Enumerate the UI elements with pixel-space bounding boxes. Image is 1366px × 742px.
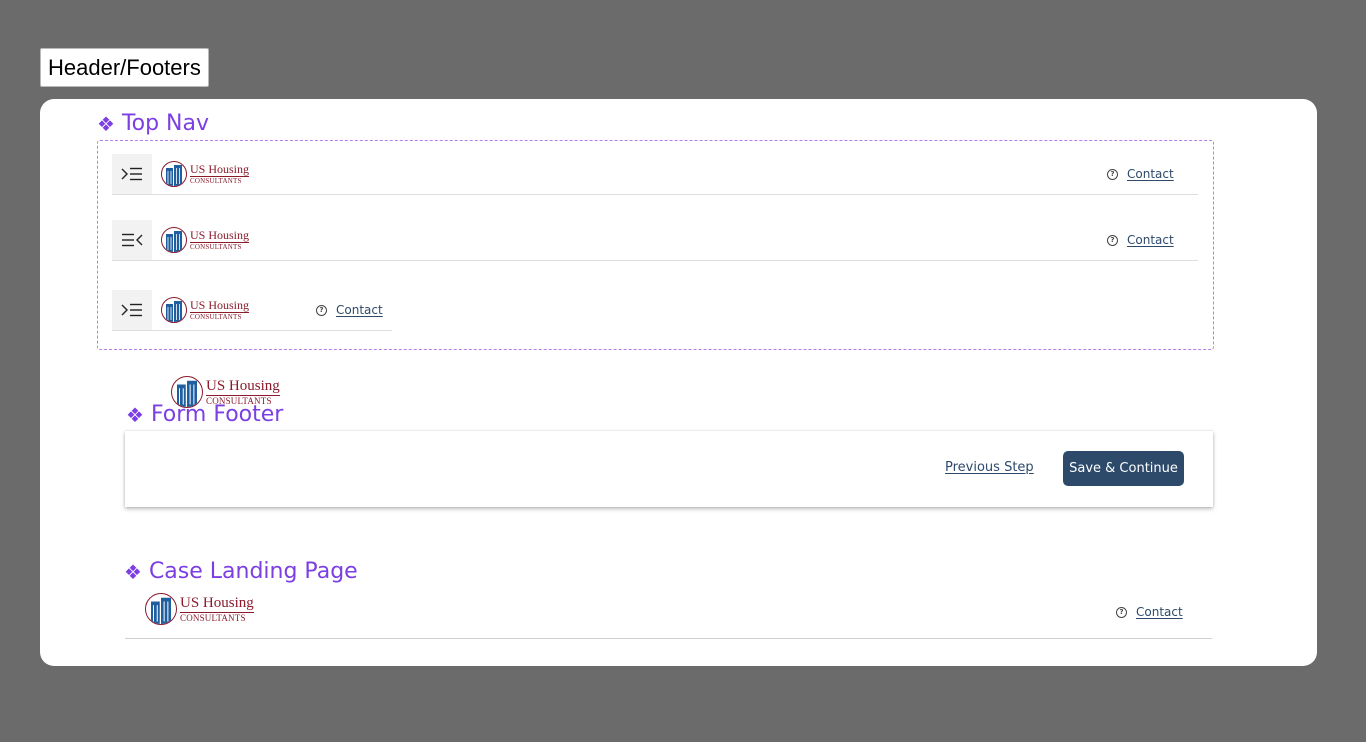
- save-continue-button[interactable]: Save & Continue: [1063, 451, 1184, 486]
- brand-logo[interactable]: US Housing CONSULTANTS: [145, 593, 254, 625]
- logo-title: US Housing: [190, 162, 250, 177]
- building-icon: [145, 593, 177, 625]
- logo-subtitle: CONSULTANTS: [180, 612, 246, 623]
- component-icon: ❖: [124, 560, 142, 584]
- logo-title: US Housing: [180, 594, 254, 613]
- top-nav-variant-2: US Housing CONSULTANTS ? Contact: [112, 220, 1198, 261]
- help-circle-icon: ?: [1107, 234, 1118, 246]
- section-title-label: Top Nav: [121, 111, 210, 136]
- building-icon: [161, 161, 187, 187]
- logo-title: US Housing: [206, 377, 280, 396]
- brand-logo[interactable]: US Housing CONSULTANTS: [161, 297, 250, 323]
- contact-label: Contact: [1127, 233, 1174, 247]
- brand-logo[interactable]: US Housing CONSULTANTS: [161, 161, 250, 187]
- menu-expand-icon: [121, 167, 142, 181]
- logo-title: US Housing: [190, 228, 250, 243]
- contact-label: Contact: [1136, 605, 1183, 619]
- section-title-label: Case Landing Page: [148, 559, 358, 584]
- section-title-label: Form Footer: [150, 402, 284, 427]
- case-landing-header: US Housing CONSULTANTS ? Contact: [125, 593, 1212, 639]
- building-icon: [161, 297, 187, 323]
- frame-canvas: ❖ Top Nav US Housing CONSULTANTS ? Conta…: [40, 99, 1317, 666]
- section-title-form-footer: ❖ Form Footer: [126, 402, 283, 428]
- building-icon: [161, 227, 187, 253]
- menu-collapse-icon: [122, 233, 143, 247]
- contact-label: Contact: [336, 303, 383, 317]
- component-icon: ❖: [97, 112, 115, 136]
- contact-link[interactable]: ? Contact: [1116, 605, 1183, 619]
- previous-step-link[interactable]: Previous Step: [945, 460, 1034, 475]
- help-circle-icon: ?: [316, 304, 327, 316]
- contact-link[interactable]: ? Contact: [1107, 233, 1174, 247]
- contact-label: Contact: [1127, 167, 1174, 181]
- logo-subtitle: CONSULTANTS: [190, 177, 242, 185]
- menu-expand-button[interactable]: [112, 290, 152, 330]
- section-title-top-nav: ❖ Top Nav: [97, 111, 209, 137]
- page-label: Header/Footers: [40, 48, 209, 87]
- logo-title: US Housing: [190, 298, 250, 313]
- top-nav-variant-3-mobile: US Housing CONSULTANTS ? Contact: [112, 290, 392, 331]
- help-circle-icon: ?: [1116, 606, 1127, 618]
- top-nav-variants: US Housing CONSULTANTS ? Contact US Hous…: [97, 140, 1214, 350]
- menu-collapse-button[interactable]: [112, 220, 152, 260]
- component-icon: ❖: [126, 403, 144, 427]
- top-nav-variant-1: US Housing CONSULTANTS ? Contact: [112, 154, 1198, 195]
- logo-subtitle: CONSULTANTS: [190, 243, 242, 251]
- contact-link[interactable]: ? Contact: [316, 303, 383, 317]
- contact-link[interactable]: ? Contact: [1107, 167, 1174, 181]
- menu-expand-button[interactable]: [112, 154, 152, 194]
- help-circle-icon: ?: [1107, 168, 1118, 180]
- logo-subtitle: CONSULTANTS: [190, 313, 242, 321]
- menu-expand-icon: [121, 303, 142, 317]
- brand-logo[interactable]: US Housing CONSULTANTS: [161, 227, 250, 253]
- form-footer: Previous Step Save & Continue: [125, 431, 1213, 507]
- section-title-case-landing: ❖ Case Landing Page: [124, 559, 358, 585]
